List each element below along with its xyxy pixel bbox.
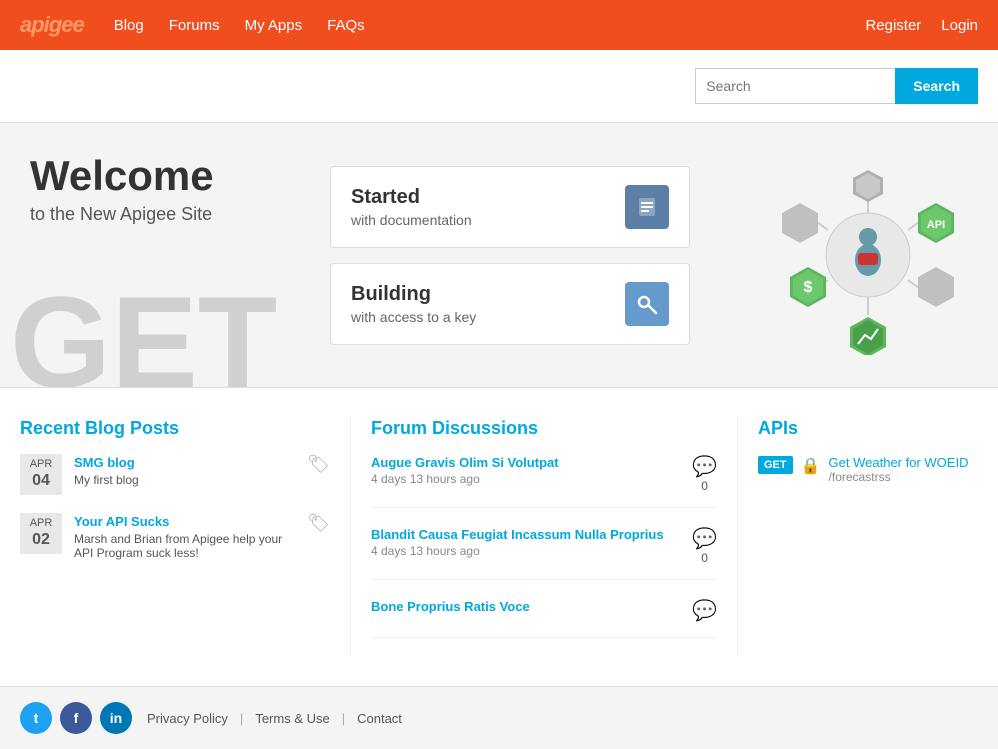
hero-card-started[interactable]: Started with documentation	[330, 166, 690, 248]
blog-item-0: Apr 04 SMG blog My first blog 🏷	[20, 454, 330, 495]
blog-section: Recent Blog Posts Apr 04 SMG blog My fir…	[20, 418, 330, 656]
api-diagram: API $	[758, 155, 978, 355]
forum-item-text-1: Blandit Causa Feugiat Incassum Nulla Pro…	[371, 526, 664, 558]
api-method-badge: GET	[758, 456, 793, 474]
hero-card-started-desc: with documentation	[351, 212, 472, 228]
forum-section: Forum Discussions Augue Gravis Olim Si V…	[350, 418, 738, 656]
hero-card-started-text: Started with documentation	[351, 186, 472, 228]
api-item-text-0: Get Weather for WOEID /forecastrss	[829, 454, 969, 484]
hero-left: Welcome to the New Apigee Site GET	[0, 123, 310, 387]
nav-forums[interactable]: Forums	[169, 17, 220, 34]
footer-links: Privacy Policy | Terms & Use | Contact	[147, 711, 402, 726]
logo-text: apigee	[20, 12, 84, 37]
lock-icon: 🔒	[801, 456, 821, 476]
forum-item-1: Blandit Causa Feugiat Incassum Nulla Pro…	[371, 526, 717, 580]
hero-card-started-title: Started	[351, 186, 472, 209]
forum-count-2: 💬	[692, 598, 717, 623]
search-bar: Search	[0, 50, 998, 123]
hero-watermark: GET	[10, 277, 277, 387]
login-link[interactable]: Login	[941, 17, 978, 34]
search-button[interactable]: Search	[895, 68, 978, 104]
register-link[interactable]: Register	[865, 17, 921, 34]
logo[interactable]: apigee	[20, 12, 84, 38]
api-title-0[interactable]: Get Weather for WOEID	[829, 455, 969, 470]
forum-count-0: 💬 0	[692, 454, 717, 493]
forum-count-1: 💬 0	[692, 526, 717, 565]
blog-link-0[interactable]: SMG blog	[74, 455, 135, 470]
blog-text-1: Your API Sucks Marsh and Brian from Apig…	[74, 513, 295, 560]
hero-right: API $	[738, 123, 998, 387]
key-icon	[625, 282, 669, 326]
footer-sep-2: |	[342, 711, 345, 726]
linkedin-icon[interactable]: in	[100, 702, 132, 734]
forum-ago-1: 4 days 13 hours ago	[371, 544, 664, 558]
hero-section: Welcome to the New Apigee Site GET Start…	[0, 123, 998, 388]
blog-date-0: Apr 04	[20, 454, 62, 495]
blog-day-1: 02	[25, 530, 57, 551]
blog-tag-1: 🏷	[307, 513, 330, 534]
blog-excerpt-1: Marsh and Brian from Apigee help your AP…	[74, 532, 295, 560]
nav-blog[interactable]: Blog	[114, 17, 144, 34]
blog-item-1: Apr 02 Your API Sucks Marsh and Brian fr…	[20, 513, 330, 560]
contact-link[interactable]: Contact	[357, 711, 402, 726]
forum-link-2[interactable]: Bone Proprius Ratis Voce	[371, 599, 530, 614]
forum-link-1[interactable]: Blandit Causa Feugiat Incassum Nulla Pro…	[371, 527, 664, 542]
forum-ago-0: 4 days 13 hours ago	[371, 472, 559, 486]
doc-icon	[625, 185, 669, 229]
hero-middle: Started with documentation Building with…	[310, 123, 738, 387]
social-icons: t f in	[20, 702, 132, 734]
nav-myapps[interactable]: My Apps	[245, 17, 303, 34]
nav-faqs[interactable]: FAQs	[327, 17, 365, 34]
main-nav: Blog Forums My Apps FAQs	[114, 17, 365, 34]
header: apigee Blog Forums My Apps FAQs Register…	[0, 0, 998, 50]
blog-text-0: SMG blog My first blog	[74, 454, 139, 487]
forum-item-text-0: Augue Gravis Olim Si Volutpat 4 days 13 …	[371, 454, 559, 486]
hero-card-building[interactable]: Building with access to a key	[330, 263, 690, 345]
blog-day-0: 04	[25, 471, 57, 492]
forum-icon-0: 💬	[692, 454, 717, 479]
hero-subtitle: to the New Apigee Site	[30, 204, 280, 225]
api-item-0: GET 🔒 Get Weather for WOEID /forecastrss	[758, 454, 978, 484]
apis-section: APIs GET 🔒 Get Weather for WOEID /foreca…	[758, 418, 978, 656]
footer-sep-1: |	[240, 711, 243, 726]
forum-item-0: Augue Gravis Olim Si Volutpat 4 days 13 …	[371, 454, 717, 508]
blog-tag-0: 🏷	[307, 454, 330, 475]
blog-date-1: Apr 02	[20, 513, 62, 554]
blog-link-1[interactable]: Your API Sucks	[74, 514, 169, 529]
forum-icon-2: 💬	[692, 598, 717, 623]
forum-item-text-2: Bone Proprius Ratis Voce	[371, 598, 530, 616]
footer: t f in Privacy Policy | Terms & Use | Co…	[0, 686, 998, 749]
header-auth: Register Login	[865, 17, 978, 34]
svg-text:API: API	[927, 219, 945, 231]
forum-num-1: 0	[701, 551, 708, 565]
blog-month-0: Apr	[25, 457, 57, 471]
facebook-icon[interactable]: f	[60, 702, 92, 734]
forum-link-0[interactable]: Augue Gravis Olim Si Volutpat	[371, 455, 559, 470]
blog-title: Recent Blog Posts	[20, 418, 330, 439]
forum-icon-1: 💬	[692, 526, 717, 551]
forum-title: Forum Discussions	[371, 418, 717, 439]
terms-link[interactable]: Terms & Use	[255, 711, 329, 726]
privacy-policy-link[interactable]: Privacy Policy	[147, 711, 228, 726]
forum-item-2: Bone Proprius Ratis Voce 💬	[371, 598, 717, 638]
hero-card-building-text: Building with access to a key	[351, 283, 476, 325]
svg-text:$: $	[804, 279, 813, 296]
api-path-0: /forecastrss	[829, 470, 969, 484]
main-content: Recent Blog Posts Apr 04 SMG blog My fir…	[0, 388, 998, 686]
forum-num-0: 0	[701, 479, 708, 493]
apis-title: APIs	[758, 418, 978, 439]
hero-card-building-title: Building	[351, 283, 476, 306]
hero-card-building-desc: with access to a key	[351, 309, 476, 325]
search-input[interactable]	[695, 68, 895, 104]
blog-month-1: Apr	[25, 516, 57, 530]
blog-excerpt-0: My first blog	[74, 473, 139, 487]
hero-welcome: Welcome	[30, 153, 280, 199]
twitter-icon[interactable]: t	[20, 702, 52, 734]
